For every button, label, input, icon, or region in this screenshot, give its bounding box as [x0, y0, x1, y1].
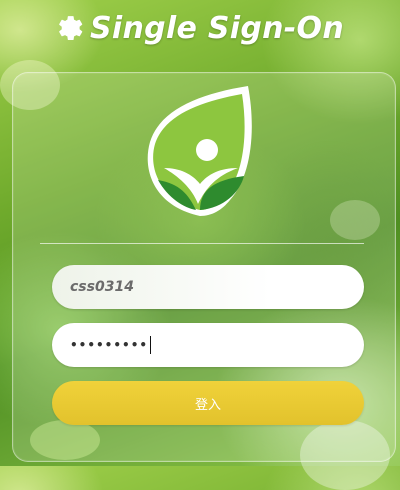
- page-header: Single Sign-On: [0, 6, 400, 50]
- panel-divider: [40, 243, 364, 244]
- leaf-person-logo: [147, 86, 252, 216]
- username-value: css0314: [70, 279, 134, 295]
- password-field[interactable]: •••••••••: [52, 323, 364, 367]
- page-title: Single Sign-On: [89, 10, 345, 46]
- password-value: •••••••••: [70, 338, 149, 352]
- login-button[interactable]: 登入: [52, 381, 364, 425]
- username-field[interactable]: css0314: [52, 265, 364, 309]
- gear-icon: [59, 16, 83, 40]
- text-caret: [150, 336, 152, 354]
